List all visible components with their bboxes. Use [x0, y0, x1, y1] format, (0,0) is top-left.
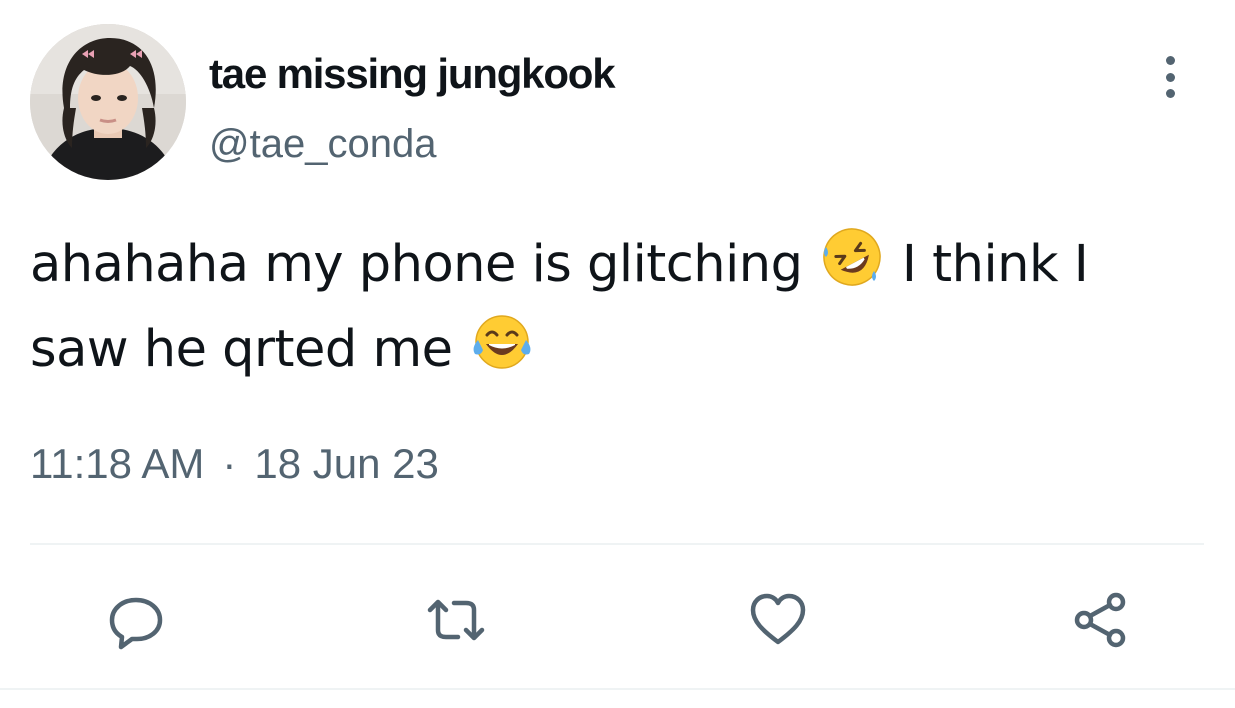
share-button[interactable]: [1070, 590, 1130, 650]
avatar[interactable]: [30, 24, 186, 180]
display-name[interactable]: tae missing jungkook: [209, 50, 616, 98]
tweet-timestamp[interactable]: 11:18 AM · 18 Jun 23: [30, 440, 439, 488]
heart-icon: [750, 593, 806, 645]
more-vertical-icon[interactable]: [1148, 52, 1192, 102]
reply-icon: [109, 597, 163, 650]
tweet-line-1: ahahaha my phone is glitching I think I: [30, 222, 1200, 307]
tweet-text-segment: saw he qrted me: [30, 320, 453, 379]
retweet-button[interactable]: [426, 590, 486, 650]
like-button[interactable]: [748, 590, 808, 650]
rolling-on-floor-laughing-emoji: [823, 228, 881, 286]
more-dot: [1165, 89, 1175, 98]
bottom-divider: [0, 688, 1235, 690]
divider: [30, 543, 1204, 545]
more-dot: [1165, 56, 1175, 65]
tweet-line-2: saw he qrted me: [30, 307, 1200, 392]
reply-button[interactable]: [106, 590, 166, 650]
tweet-body: ahahaha my phone is glitching I think I …: [30, 222, 1200, 392]
tweet-time: 11:18 AM: [30, 440, 205, 487]
face-with-tears-of-joy-emoji: [473, 315, 531, 369]
retweet-icon: [427, 599, 485, 641]
timestamp-separator: ·: [222, 440, 237, 487]
tweet-text-segment: I think I: [901, 235, 1089, 294]
more-dot: [1165, 72, 1175, 82]
tweet-card: tae missing jungkook @tae_conda ahahaha …: [0, 0, 1235, 708]
share-icon: [1074, 592, 1126, 648]
tweet-text-segment: ahahaha my phone is glitching: [30, 235, 803, 294]
tweet-date: 18 Jun 23: [254, 440, 439, 487]
user-handle[interactable]: @tae_conda: [209, 122, 436, 167]
